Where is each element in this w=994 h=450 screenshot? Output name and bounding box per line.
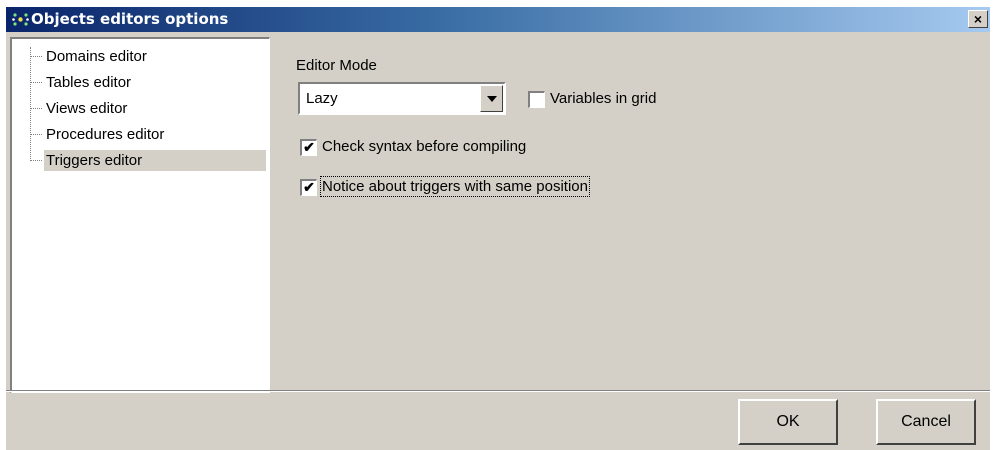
editor-mode-value: Lazy <box>306 90 338 107</box>
notice-triggers-checkbox[interactable]: ✔ <box>300 179 317 196</box>
tree-item-label: Tables editor <box>46 74 132 91</box>
tree-item-label: Procedures editor <box>46 126 165 143</box>
tree-item-domains-editor[interactable]: Domains editor <box>30 45 266 69</box>
tree-item-views-editor[interactable]: Views editor <box>30 97 266 121</box>
variables-in-grid-checkbox[interactable] <box>528 91 545 108</box>
editor-tree[interactable]: Domains editor Tables editor Views edito… <box>10 37 270 393</box>
footer-divider-highlight <box>6 391 990 392</box>
tree-branch-line <box>30 82 42 83</box>
editor-mode-select[interactable]: Lazy <box>298 82 506 115</box>
tree-item-label: Domains editor <box>46 48 147 65</box>
cancel-button[interactable]: Cancel <box>876 399 976 445</box>
window-title: Objects editors options <box>31 10 229 28</box>
ok-button[interactable]: OK <box>738 399 838 445</box>
tree-item-label: Triggers editor <box>44 150 266 171</box>
tree-branch-line <box>30 56 42 57</box>
check-syntax-option[interactable]: ✔ Check syntax before compiling <box>300 137 580 159</box>
tree-item-triggers-editor[interactable]: Triggers editor <box>30 149 266 173</box>
notice-triggers-label: Notice about triggers with same position <box>320 176 590 197</box>
app-icon <box>12 13 29 26</box>
options-dialog: Objects editors options × Domains editor… <box>6 7 990 450</box>
tree-branch-line <box>30 134 42 135</box>
variables-in-grid-label: Variables in grid <box>550 90 657 107</box>
chevron-down-icon[interactable] <box>480 85 503 112</box>
close-icon[interactable]: × <box>968 10 988 28</box>
tree-item-label: Views editor <box>46 100 128 117</box>
tree-branch-line <box>30 108 42 109</box>
tree-branch-line <box>30 160 42 161</box>
title-bar[interactable]: Objects editors options × <box>6 7 990 32</box>
check-syntax-label: Check syntax before compiling <box>322 138 527 155</box>
notice-triggers-option[interactable]: ✔ Notice about triggers with same positi… <box>300 176 640 199</box>
editor-mode-label: Editor Mode <box>296 57 377 74</box>
tree-item-tables-editor[interactable]: Tables editor <box>30 71 266 95</box>
variables-in-grid-option[interactable]: Variables in grid <box>528 89 698 111</box>
check-syntax-checkbox[interactable]: ✔ <box>300 139 317 156</box>
tree-item-procedures-editor[interactable]: Procedures editor <box>30 123 266 147</box>
